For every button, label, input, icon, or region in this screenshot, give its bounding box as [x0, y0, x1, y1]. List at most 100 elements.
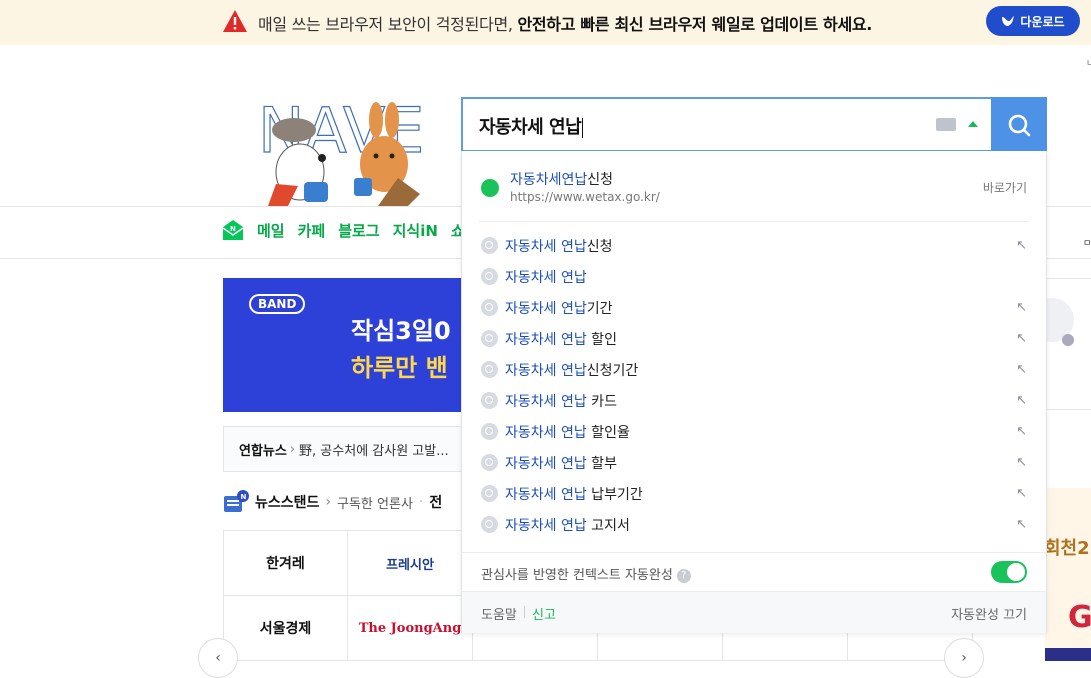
autocomplete-toggle-icon[interactable] — [968, 121, 978, 127]
keyboard-icon[interactable] — [936, 118, 956, 131]
help-link[interactable]: 도움말 — [481, 604, 517, 623]
download-label: 다운로드 — [1020, 14, 1065, 29]
top-right-link[interactable]: ㄴ — [1086, 56, 1091, 69]
subscribed-press-link[interactable]: 구독한 언론사 — [337, 493, 413, 512]
globe-icon — [481, 179, 499, 197]
autocomplete-dropdown: 자동차세연납신청 https://www.wetax.go.kr/ 바로가기 자… — [461, 151, 1047, 633]
band-logo: BAND — [249, 294, 306, 314]
search-history-icon — [481, 361, 498, 378]
site-name[interactable]: 자동차세연납신청 — [510, 169, 613, 189]
search-history-icon — [481, 299, 498, 316]
press-name: 프레시안 — [386, 557, 434, 573]
go-to-site-button[interactable]: 바로가기 — [983, 179, 1027, 196]
text-caret — [582, 118, 584, 138]
suggestion-item[interactable]: 자동차세 연납 할인 ↖ — [462, 323, 1046, 354]
fill-query-arrow-icon[interactable]: ↖ — [1016, 486, 1027, 501]
side-ad-letter: G — [1068, 600, 1091, 635]
suggestion-text: 자동차세 연납 — [505, 269, 587, 286]
suggestion-item[interactable]: 자동차세 연납신청 ↖ — [462, 230, 1046, 261]
service-nav: N 메일 카페 블로그 지식iN 쇼 — [222, 218, 465, 242]
context-autocomplete-label: 관심사를 반영한 컨텍스트 자동완성? — [481, 564, 691, 583]
search-button[interactable] — [991, 97, 1047, 152]
newsstand-header: N 뉴스스탠드 › 구독한 언론사 · 전 — [223, 490, 442, 514]
report-link[interactable]: 신고 — [532, 604, 556, 623]
press-name: The JoongAng — [358, 620, 462, 636]
fill-query-arrow-icon[interactable]: ↖ — [1016, 517, 1027, 532]
help-icon[interactable]: ? — [676, 568, 691, 583]
suggestion-item[interactable]: 자동차세 연납 고지서 ↖ — [462, 509, 1046, 540]
chevron-left-icon: ‹ — [215, 650, 221, 666]
fill-query-arrow-icon[interactable]: ↖ — [1016, 238, 1027, 253]
update-banner: 매일 쓰는 브라우저 보안이 걱정된다면, 안전하고 빠른 최신 브라우저 웨일… — [0, 0, 1091, 45]
press-logo-pressian[interactable]: 프레시안 — [348, 531, 473, 596]
doodle-illustration: NAVER — [258, 94, 428, 206]
newsstand-title[interactable]: 뉴스스탠드 — [255, 492, 319, 512]
fill-query-arrow-icon[interactable]: ↖ — [1016, 331, 1027, 346]
footer-separator — [524, 606, 525, 618]
chevron-right-icon: › — [289, 441, 296, 457]
suggestion-item[interactable]: 자동차세 연납 할부 ↖ — [462, 447, 1046, 478]
search-history-icon — [481, 516, 498, 533]
nav-item-kin[interactable]: 지식iN — [393, 220, 438, 241]
gear-icon[interactable] — [1062, 334, 1074, 346]
dropdown-footer: 도움말 신고 자동완성 끄기 — [462, 591, 1046, 633]
fill-query-arrow-icon[interactable]: ↖ — [1016, 455, 1027, 470]
suggestion-item[interactable]: 자동차세 연납 할인율 ↖ — [462, 416, 1046, 447]
search-history-icon — [481, 330, 498, 347]
suggestion-text: 자동차세 연납 할부 — [505, 455, 617, 472]
fill-query-arrow-icon[interactable]: ↖ — [1016, 393, 1027, 408]
nav-item-cafe[interactable]: 카페 — [298, 220, 326, 241]
site-shortcut-row[interactable]: 자동차세연납신청 https://www.wetax.go.kr/ 바로가기 — [462, 151, 1046, 221]
suggestion-text: 자동차세 연납 고지서 — [505, 517, 630, 534]
suggestion-item[interactable]: 자동차세 연납 카드 ↖ — [462, 385, 1046, 416]
fill-query-arrow-icon[interactable]: ↖ — [1016, 300, 1027, 315]
press-next-button[interactable]: › — [944, 638, 984, 678]
suggestion-text: 자동차세 연납 납부기간 — [505, 486, 643, 503]
search-box[interactable]: 자동차세 연납 — [461, 97, 1047, 152]
nav-item-blog[interactable]: 블로그 — [338, 220, 379, 241]
site-url[interactable]: https://www.wetax.go.kr/ — [510, 190, 660, 204]
suggestion-text: 자동차세 연납기간 — [505, 300, 613, 317]
side-ad-text: 회천2 — [1044, 538, 1090, 559]
suggestion-text: 자동차세 연납 카드 — [505, 393, 617, 410]
download-button[interactable]: 다운로드 — [986, 6, 1080, 36]
nav-right-link[interactable]: ㅁ — [1083, 236, 1091, 249]
naver-doodle-logo[interactable]: NAVER — [258, 94, 428, 206]
news-source[interactable]: 연합뉴스 — [239, 440, 287, 459]
search-history-icon — [481, 237, 498, 254]
ad-headline: 작심3일0 — [351, 317, 451, 345]
mail-icon[interactable]: N — [222, 218, 244, 242]
context-autocomplete-toggle[interactable] — [991, 561, 1027, 583]
chevron-right-icon: › — [961, 650, 967, 666]
band-ad-banner[interactable]: BAND 작심3일0 하루만 밴 — [223, 278, 463, 412]
press-logo-joongang[interactable]: The JoongAng — [348, 596, 473, 661]
news-ticker[interactable]: 연합뉴스 › 野, 공수처에 감사원 고발... — [223, 426, 463, 472]
banner-message: 매일 쓰는 브라우저 보안이 걱정된다면, 안전하고 빠른 최신 브라우저 웨일… — [258, 15, 873, 34]
dropdown-divider — [479, 221, 1029, 222]
press-logo-sedaily[interactable]: 서울경제 — [223, 596, 348, 661]
press-name: 서울경제 — [259, 621, 312, 637]
whale-icon — [1002, 16, 1015, 26]
fill-query-arrow-icon[interactable]: ↖ — [1016, 424, 1027, 439]
fill-query-arrow-icon[interactable]: ↖ — [1016, 362, 1027, 377]
turn-off-autocomplete-link[interactable]: 자동완성 끄기 — [951, 604, 1027, 623]
suggestion-item[interactable]: 자동차세 연납신청기간 ↖ — [462, 354, 1046, 385]
suggestion-list: 자동차세 연납신청 ↖ 자동차세 연납 자동차세 연납기간 ↖ 자동차세 연납 할인… — [462, 230, 1046, 540]
all-press-link[interactable]: 전 — [429, 492, 442, 512]
suggestion-item[interactable]: 자동차세 연납 — [462, 261, 1046, 292]
press-prev-button[interactable]: ‹ — [198, 638, 238, 678]
svg-text:N: N — [241, 493, 247, 501]
suggestion-item[interactable]: 자동차세 연납 납부기간 ↖ — [462, 478, 1046, 509]
chevron-right-icon: › — [325, 494, 332, 510]
press-logo-hankyoreh[interactable]: 한겨레 — [223, 531, 348, 596]
suggestion-item[interactable]: 자동차세 연납기간 ↖ — [462, 292, 1046, 323]
svg-text:N: N — [230, 225, 236, 233]
search-input[interactable]: 자동차세 연납 — [479, 113, 584, 139]
side-ad-strip — [1045, 648, 1091, 661]
nav-item-mail[interactable]: 메일 — [257, 220, 285, 241]
search-history-icon — [481, 268, 498, 285]
suggestion-text: 자동차세 연납 할인 — [505, 331, 617, 348]
suggestion-text: 자동차세 연납신청 — [505, 238, 613, 255]
news-headline[interactable]: 野, 공수처에 감사원 고발... — [299, 440, 449, 459]
side-ad-banner[interactable] — [1045, 488, 1091, 661]
